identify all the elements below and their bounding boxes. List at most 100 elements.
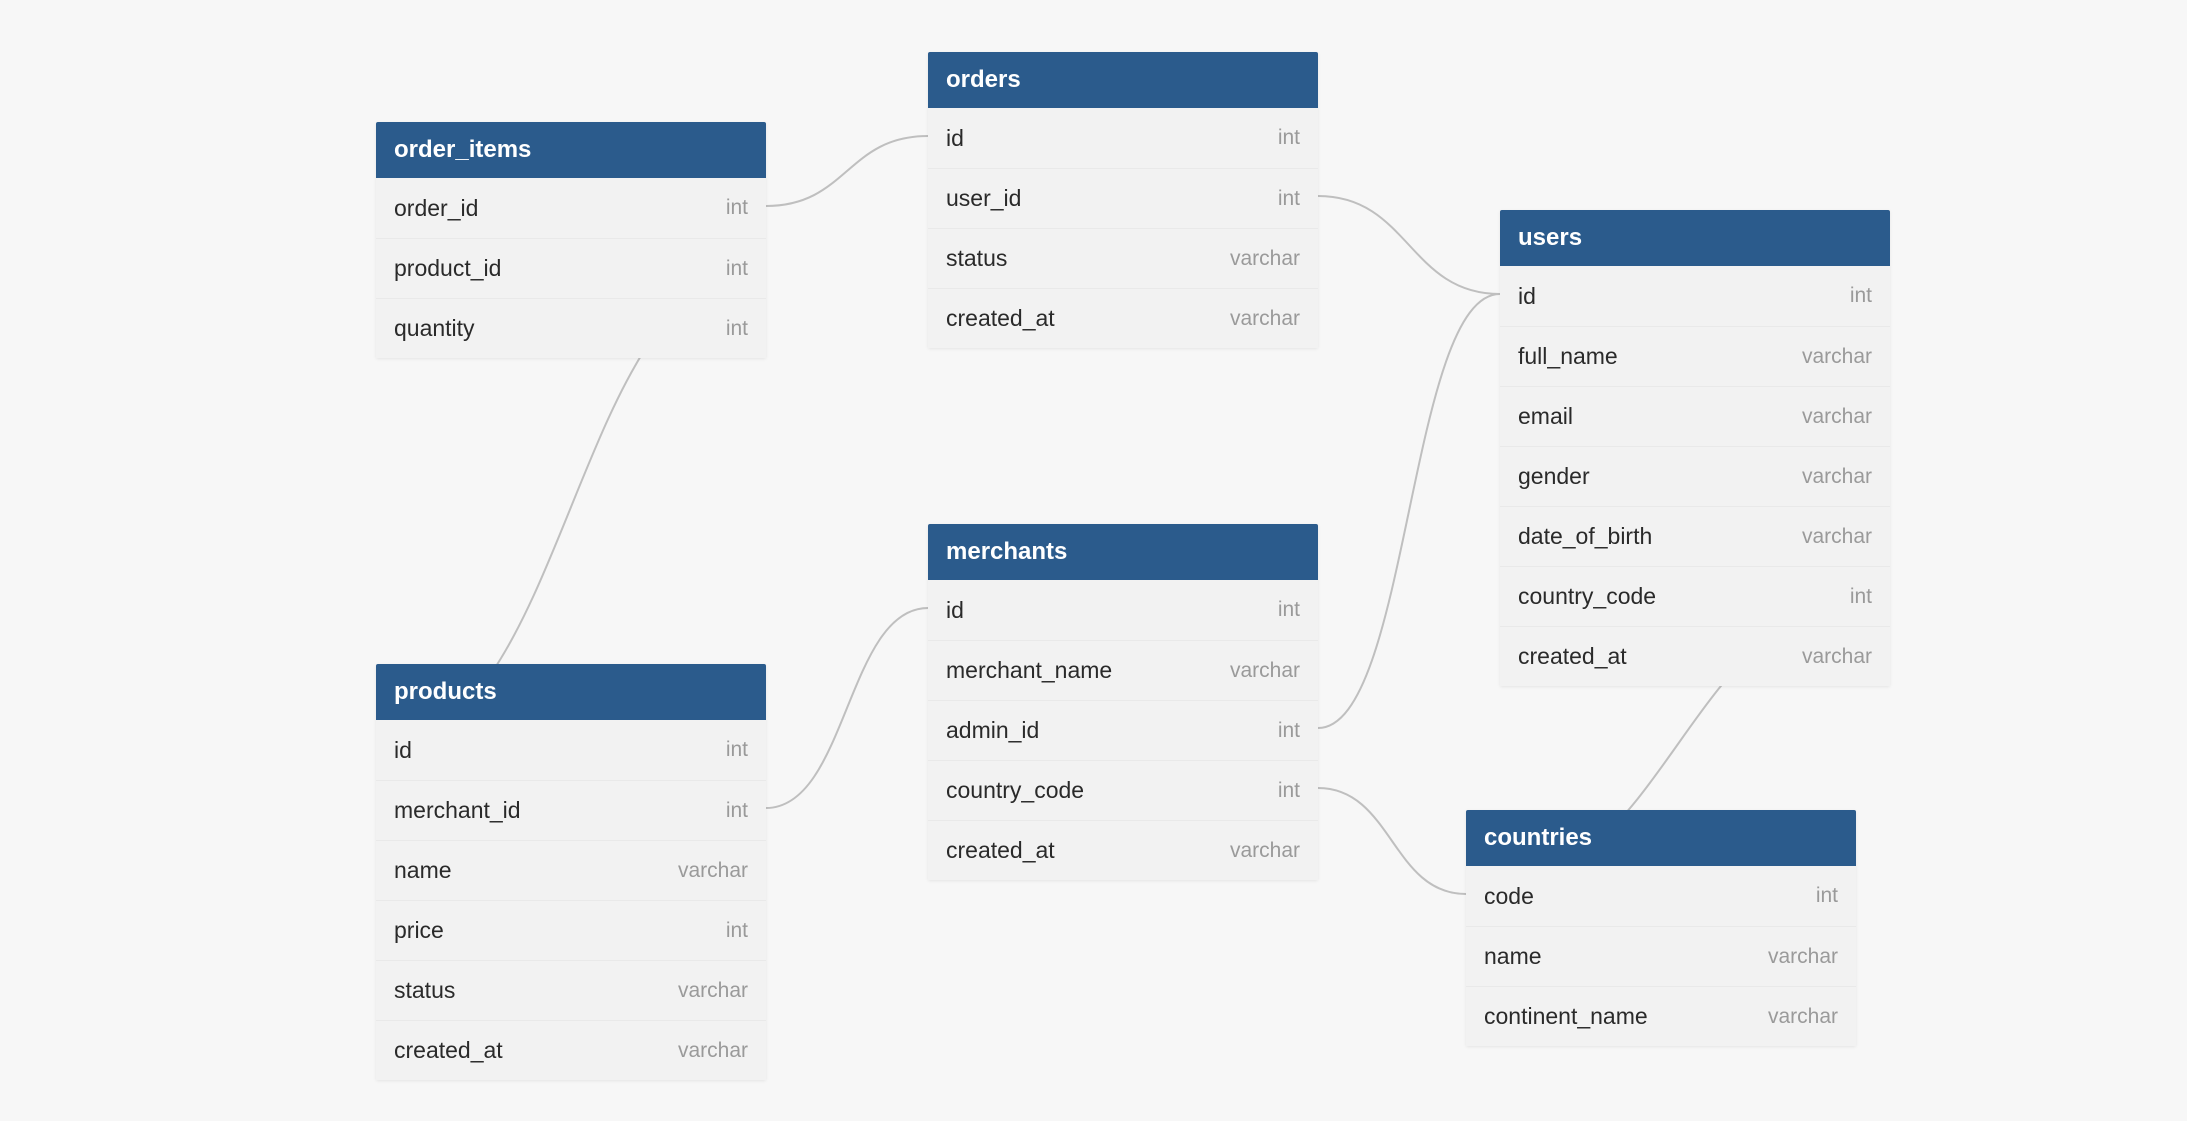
column-type: int <box>1278 719 1300 743</box>
column-type: varchar <box>678 1039 748 1063</box>
column-row[interactable]: status varchar <box>928 228 1318 288</box>
column-name: order_id <box>394 195 478 222</box>
column-row[interactable]: created_at varchar <box>1500 626 1890 686</box>
column-type: int <box>1816 884 1838 908</box>
column-row[interactable]: product_id int <box>376 238 766 298</box>
relationship-line <box>766 608 928 808</box>
column-row[interactable]: price int <box>376 900 766 960</box>
column-name: created_at <box>946 837 1055 864</box>
table-header[interactable]: users <box>1500 210 1890 266</box>
column-type: varchar <box>1802 525 1872 549</box>
column-row[interactable]: code int <box>1466 866 1856 926</box>
column-row[interactable]: admin_id int <box>928 700 1318 760</box>
table-countries[interactable]: countriescodeintnamevarcharcontinent_nam… <box>1466 810 1856 1046</box>
column-type: varchar <box>1230 659 1300 683</box>
relationship-line <box>1318 196 1500 294</box>
column-type: int <box>1850 585 1872 609</box>
column-type: int <box>726 257 748 281</box>
column-type: varchar <box>1802 645 1872 669</box>
column-row[interactable]: date_of_birth varchar <box>1500 506 1890 566</box>
column-type: int <box>1278 126 1300 150</box>
column-row[interactable]: status varchar <box>376 960 766 1020</box>
column-type: varchar <box>1802 345 1872 369</box>
table-merchants[interactable]: merchantsidintmerchant_namevarcharadmin_… <box>928 524 1318 880</box>
column-name: status <box>946 245 1007 272</box>
column-type: varchar <box>1230 247 1300 271</box>
column-name: created_at <box>394 1037 503 1064</box>
table-header[interactable]: countries <box>1466 810 1856 866</box>
column-row[interactable]: email varchar <box>1500 386 1890 446</box>
column-row[interactable]: id int <box>928 580 1318 640</box>
column-name: code <box>1484 883 1534 910</box>
column-type: varchar <box>678 859 748 883</box>
column-type: int <box>726 919 748 943</box>
column-row[interactable]: quantity int <box>376 298 766 358</box>
column-name: id <box>946 125 964 152</box>
column-name: full_name <box>1518 343 1618 370</box>
column-name: email <box>1518 403 1573 430</box>
column-name: merchant_id <box>394 797 521 824</box>
column-row[interactable]: order_id int <box>376 178 766 238</box>
column-row[interactable]: country_code int <box>1500 566 1890 626</box>
column-row[interactable]: created_at varchar <box>928 820 1318 880</box>
column-row[interactable]: created_at varchar <box>376 1020 766 1080</box>
column-name: merchant_name <box>946 657 1112 684</box>
table-orders[interactable]: ordersidintuser_idintstatusvarcharcreate… <box>928 52 1318 348</box>
column-name: name <box>1484 943 1542 970</box>
column-name: name <box>394 857 452 884</box>
table-order_items[interactable]: order_itemsorder_idintproduct_idintquant… <box>376 122 766 358</box>
column-type: int <box>726 317 748 341</box>
column-row[interactable]: id int <box>1500 266 1890 326</box>
column-name: id <box>946 597 964 624</box>
column-name: price <box>394 917 444 944</box>
er-diagram-canvas: order_itemsorder_idintproduct_idintquant… <box>0 0 2187 1121</box>
table-header[interactable]: products <box>376 664 766 720</box>
column-row[interactable]: gendervarchar <box>1500 446 1890 506</box>
column-type: int <box>726 738 748 762</box>
column-name: user_id <box>946 185 1021 212</box>
relationship-line <box>1318 788 1466 894</box>
column-row[interactable]: merchant_idint <box>376 780 766 840</box>
column-row[interactable]: continent_name varchar <box>1466 986 1856 1046</box>
column-type: varchar <box>678 979 748 1003</box>
table-users[interactable]: usersidintfull_namevarcharemailvarcharge… <box>1500 210 1890 686</box>
relationship-line <box>766 136 928 206</box>
column-row[interactable]: full_name varchar <box>1500 326 1890 386</box>
column-type: varchar <box>1802 405 1872 429</box>
column-name: admin_id <box>946 717 1039 744</box>
column-type: int <box>1850 284 1872 308</box>
column-name: date_of_birth <box>1518 523 1652 550</box>
column-type: int <box>726 196 748 220</box>
relationship-line <box>1318 294 1500 728</box>
column-row[interactable]: created_at varchar <box>928 288 1318 348</box>
column-type: varchar <box>1230 307 1300 331</box>
column-type: varchar <box>1768 945 1838 969</box>
column-name: quantity <box>394 315 475 342</box>
column-row[interactable]: id int <box>376 720 766 780</box>
column-type: int <box>1278 598 1300 622</box>
column-name: status <box>394 977 455 1004</box>
column-row[interactable]: name varchar <box>1466 926 1856 986</box>
column-name: country_code <box>1518 583 1656 610</box>
table-products[interactable]: productsidintmerchant_idintnamevarcharpr… <box>376 664 766 1080</box>
column-type: varchar <box>1768 1005 1838 1029</box>
column-type: int <box>1278 187 1300 211</box>
column-name: continent_name <box>1484 1003 1648 1030</box>
column-row[interactable]: id int <box>928 108 1318 168</box>
column-type: varchar <box>1230 839 1300 863</box>
column-row[interactable]: merchant_name varchar <box>928 640 1318 700</box>
column-type: int <box>1278 779 1300 803</box>
column-name: id <box>1518 283 1536 310</box>
table-header[interactable]: merchants <box>928 524 1318 580</box>
column-row[interactable]: name varchar <box>376 840 766 900</box>
column-row[interactable]: user_id int <box>928 168 1318 228</box>
column-name: created_at <box>946 305 1055 332</box>
table-header[interactable]: orders <box>928 52 1318 108</box>
column-name: created_at <box>1518 643 1627 670</box>
column-name: id <box>394 737 412 764</box>
column-type: varchar <box>1802 465 1872 489</box>
column-name: country_code <box>946 777 1084 804</box>
column-row[interactable]: country_code int <box>928 760 1318 820</box>
column-name: product_id <box>394 255 501 282</box>
table-header[interactable]: order_items <box>376 122 766 178</box>
